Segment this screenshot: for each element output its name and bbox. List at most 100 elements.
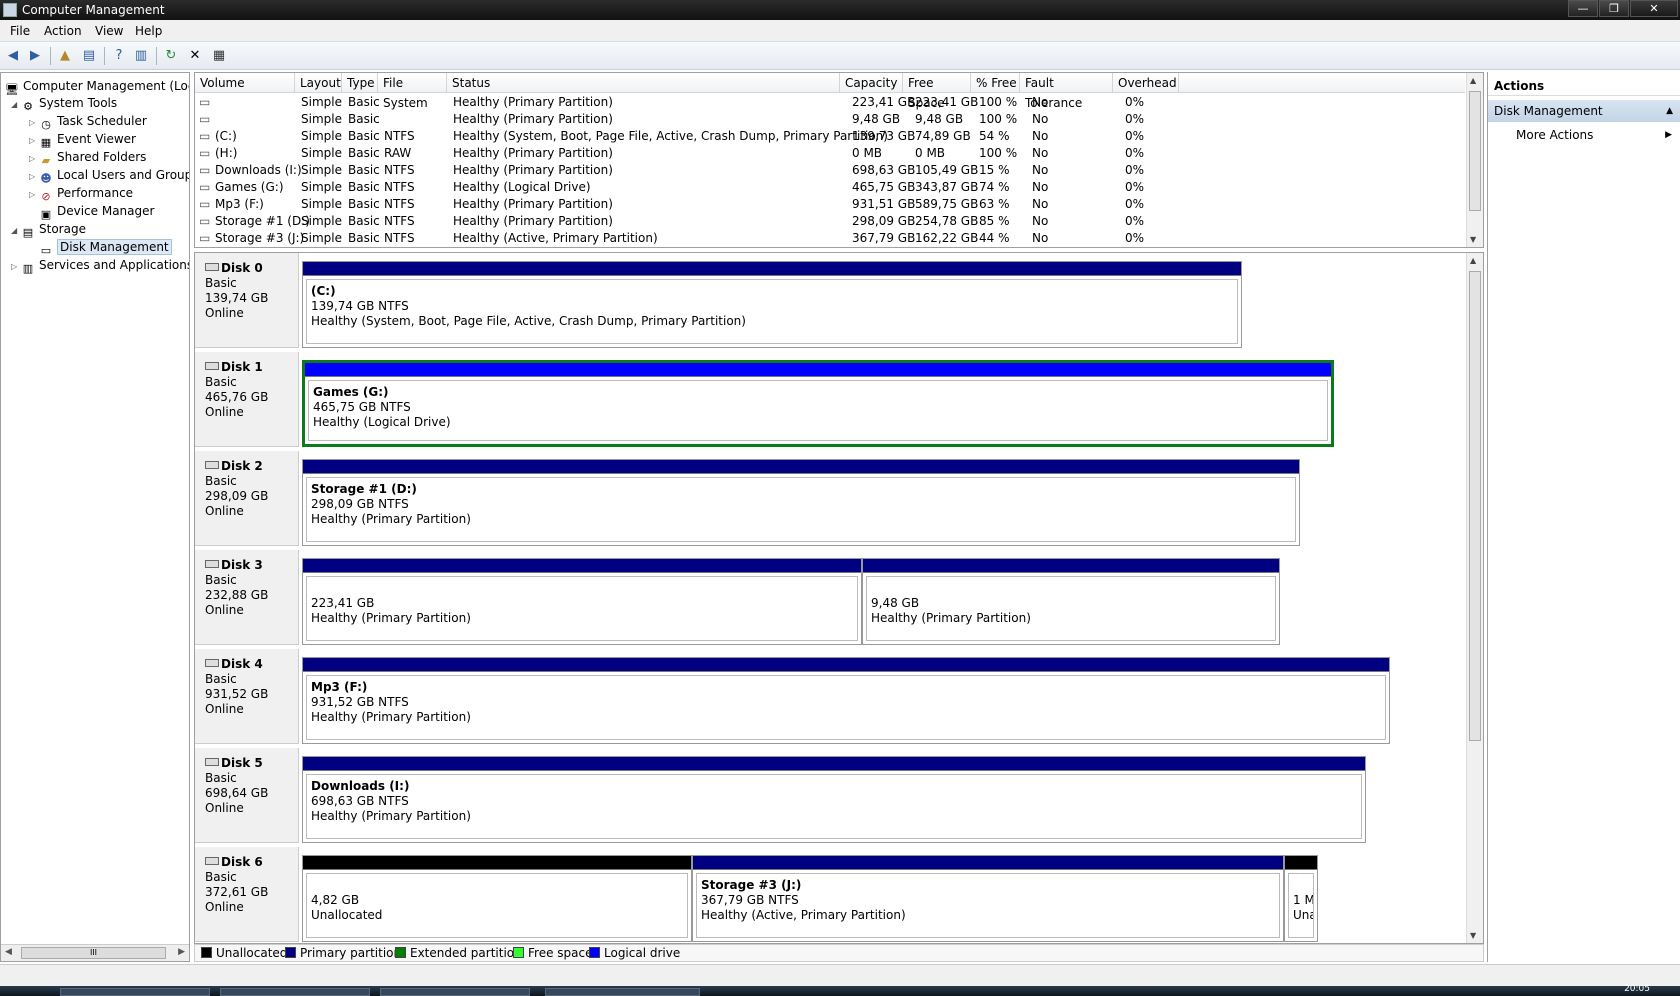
disk-info[interactable]: Disk 5 Basic 698,64 GB Online — [195, 748, 299, 843]
disk-info[interactable]: Disk 0 Basic 139,74 GB Online — [195, 253, 299, 348]
column-percent-free[interactable]: % Free — [971, 73, 1020, 93]
help-icon[interactable]: ? — [110, 47, 128, 65]
partition-block[interactable]: Downloads (I:) 698,63 GB NTFS Healthy (Pri… — [302, 756, 1366, 843]
taskbar-button[interactable] — [60, 988, 210, 996]
partition-block[interactable]: 4,82 GB Unallocated — [302, 855, 692, 942]
table-cell-capacity: 698,63 GB — [852, 163, 916, 177]
partition-status: Una — [1293, 908, 1313, 922]
volume-list-vertical-scrollbar[interactable]: ▲ ▼ — [1466, 73, 1483, 247]
volume-drive-icon: ▭ — [199, 129, 211, 143]
column-volume[interactable]: Volume — [195, 73, 295, 93]
partition-block[interactable]: Mp3 (F:) 931,52 GB NTFS Healthy (Primary P… — [302, 657, 1390, 744]
scroll-thumb[interactable] — [1469, 271, 1481, 741]
column-free-space[interactable]: Free Space — [903, 73, 971, 110]
back-arrow-icon[interactable]: ◀ — [4, 47, 22, 65]
tree-item-device-manager[interactable]: ▣ Device Manager — [29, 202, 155, 221]
refresh-icon[interactable]: ↻ — [162, 47, 180, 65]
disk-info[interactable]: Disk 6 Basic 372,61 GB Online — [195, 847, 299, 942]
legend-logical: Logical drive — [589, 945, 680, 961]
taskbar-button[interactable] — [220, 988, 370, 996]
scroll-down-icon[interactable]: ▼ — [1470, 235, 1476, 244]
partition-block[interactable]: Storage #3 (J:) 367,79 GB NTFS Healthy (Ac… — [692, 855, 1284, 942]
table-row[interactable]: ▭ Simple Basic Healthy (Primary Partition) 9… — [195, 111, 1465, 128]
expand-triangle-icon[interactable]: ▷ — [11, 258, 21, 276]
tree-item-system-tools[interactable]: ◢ ⚙ System Tools — [11, 94, 117, 114]
scroll-left-icon[interactable]: ◀ — [5, 947, 12, 957]
partition-block[interactable]: (C:) 139,74 GB NTFS Healthy (System, Boot,… — [302, 261, 1242, 348]
forward-arrow-icon[interactable]: ▶ — [26, 47, 44, 65]
disk-status: Online — [205, 504, 244, 518]
table-row[interactable]: ▭ Storage #3 (J:) Simple Basic NTFS Healthy (… — [195, 230, 1465, 247]
tree-item-services-applications[interactable]: ▷ ▥ Services and Applications — [11, 256, 189, 276]
column-overhead[interactable]: Overhead — [1113, 73, 1179, 93]
table-row[interactable]: ▭ Downloads (I:) Simple Basic NTFS Healthy (P… — [195, 162, 1465, 179]
column-fault-tolerance[interactable]: Fault Tolerance — [1020, 73, 1113, 110]
table-row[interactable]: ▭ Storage #1 (D:) Simple Basic NTFS Healthy (… — [195, 213, 1465, 230]
delete-icon[interactable]: ✕ — [186, 47, 204, 65]
collapse-caret-icon[interactable]: ▲ — [1666, 100, 1673, 122]
disk-info[interactable]: Disk 4 Basic 931,52 GB Online — [195, 649, 299, 744]
tree-horizontal-scrollbar[interactable]: ◀ III ▶ — [1, 944, 189, 961]
table-row[interactable]: ▭ Simple Basic Healthy (Primary Partition) 2… — [195, 94, 1465, 111]
partition-title: Storage #3 (J:) — [701, 878, 802, 892]
show-hide-action-pane-icon[interactable]: ▥ — [132, 47, 150, 65]
scroll-thumb[interactable] — [1469, 91, 1481, 211]
tree-item-storage[interactable]: ◢ ▤ Storage — [11, 220, 86, 240]
partition-block[interactable]: Storage #1 (D:) 298,09 GB NTFS Healthy (Pr… — [302, 459, 1300, 546]
tree-item-local-users-groups[interactable]: ▷ ☻ Local Users and Groups — [29, 166, 189, 185]
up-folder-icon[interactable]: ▲ — [56, 47, 74, 65]
scroll-down-icon[interactable]: ▼ — [1470, 931, 1476, 940]
show-hide-tree-icon[interactable]: ▤ — [80, 47, 98, 65]
disk-name: Disk 4 — [221, 657, 263, 671]
close-button[interactable]: ✕ — [1630, 0, 1678, 17]
partition-block[interactable]: 1 MUna — [1284, 855, 1318, 942]
scroll-thumb[interactable]: III — [21, 947, 166, 959]
disk-info[interactable]: Disk 1 Basic 465,76 GB Online — [195, 352, 299, 447]
taskbar-button[interactable] — [380, 988, 530, 996]
collapse-triangle-icon[interactable]: ◢ — [11, 96, 21, 114]
menu-file[interactable]: File — [10, 24, 30, 38]
table-row[interactable]: ▭ (C:) Simple Basic NTFS Healthy (System, Boo… — [195, 128, 1465, 145]
table-row[interactable]: ▭ Games (G:) Simple Basic NTFS Healthy (Logic… — [195, 179, 1465, 196]
partition-block[interactable]: Games (G:) 465,75 GB NTFS Healthy (Logical… — [302, 360, 1334, 447]
column-layout[interactable]: Layout — [295, 73, 342, 93]
collapse-triangle-icon[interactable]: ◢ — [11, 222, 21, 240]
tree-item-disk-management[interactable]: ▭ Disk Management — [29, 238, 172, 257]
tree-item-event-viewer[interactable]: ▷ ▦ Event Viewer — [29, 130, 136, 149]
disk-type: Basic — [205, 375, 237, 389]
disk-view-vertical-scrollbar[interactable]: ▲ ▼ — [1466, 253, 1483, 943]
scroll-right-icon[interactable]: ▶ — [178, 947, 185, 957]
menu-view[interactable]: View — [95, 24, 123, 38]
table-row[interactable]: ▭ Mp3 (F:) Simple Basic NTFS Healthy (Primary… — [195, 196, 1465, 213]
maximize-button[interactable]: ❐ — [1599, 0, 1629, 17]
table-row[interactable]: ▭ (H:) Simple Basic RAW Healthy (Primary Part… — [195, 145, 1465, 162]
taskbar-button[interactable] — [545, 988, 700, 996]
tree-item-performance[interactable]: ▷ ⊘ Performance — [29, 184, 133, 203]
actions-section-disk-management[interactable]: Disk Management ▲ — [1488, 100, 1680, 122]
tree-item-shared-folders[interactable]: ▷ ▰ Shared Folders — [29, 148, 146, 167]
table-cell-type: Basic — [348, 197, 380, 211]
table-cell-status: Healthy (Logical Drive) — [453, 180, 591, 194]
partition-size: 298,09 GB NTFS — [311, 497, 409, 511]
menu-bar: File Action View Help — [0, 20, 1680, 42]
disk-size: 372,61 GB — [205, 885, 269, 899]
column-type[interactable]: Type — [342, 73, 378, 93]
properties-icon[interactable]: ▦ — [210, 47, 228, 65]
column-status[interactable]: Status — [447, 73, 840, 93]
table-cell--free: 54 % — [979, 129, 1010, 143]
scroll-up-icon[interactable]: ▲ — [1470, 256, 1476, 265]
volume-list: Volume Layout Type File System Status Ca… — [194, 72, 1484, 248]
disk-info[interactable]: Disk 3 Basic 232,88 GB Online — [195, 550, 299, 645]
partition-block[interactable]: 9,48 GB Healthy (Primary Partition) — [862, 558, 1280, 645]
partition-block[interactable]: 223,41 GB Healthy (Primary Partition) — [302, 558, 862, 645]
tree-item-task-scheduler[interactable]: ▷ ◷ Task Scheduler — [29, 112, 147, 131]
minimize-button[interactable]: — — [1568, 0, 1598, 17]
column-capacity[interactable]: Capacity — [840, 73, 903, 93]
menu-help[interactable]: Help — [135, 24, 162, 38]
column-file-system[interactable]: File System — [378, 73, 447, 110]
more-actions-item[interactable]: More Actions ▶ — [1516, 126, 1676, 144]
tree-item-computer-management[interactable]: 🖥 Computer Management (Local — [5, 77, 189, 96]
disk-info[interactable]: Disk 2 Basic 298,09 GB Online — [195, 451, 299, 546]
scroll-up-icon[interactable]: ▲ — [1470, 76, 1476, 85]
menu-action[interactable]: Action — [44, 24, 82, 38]
